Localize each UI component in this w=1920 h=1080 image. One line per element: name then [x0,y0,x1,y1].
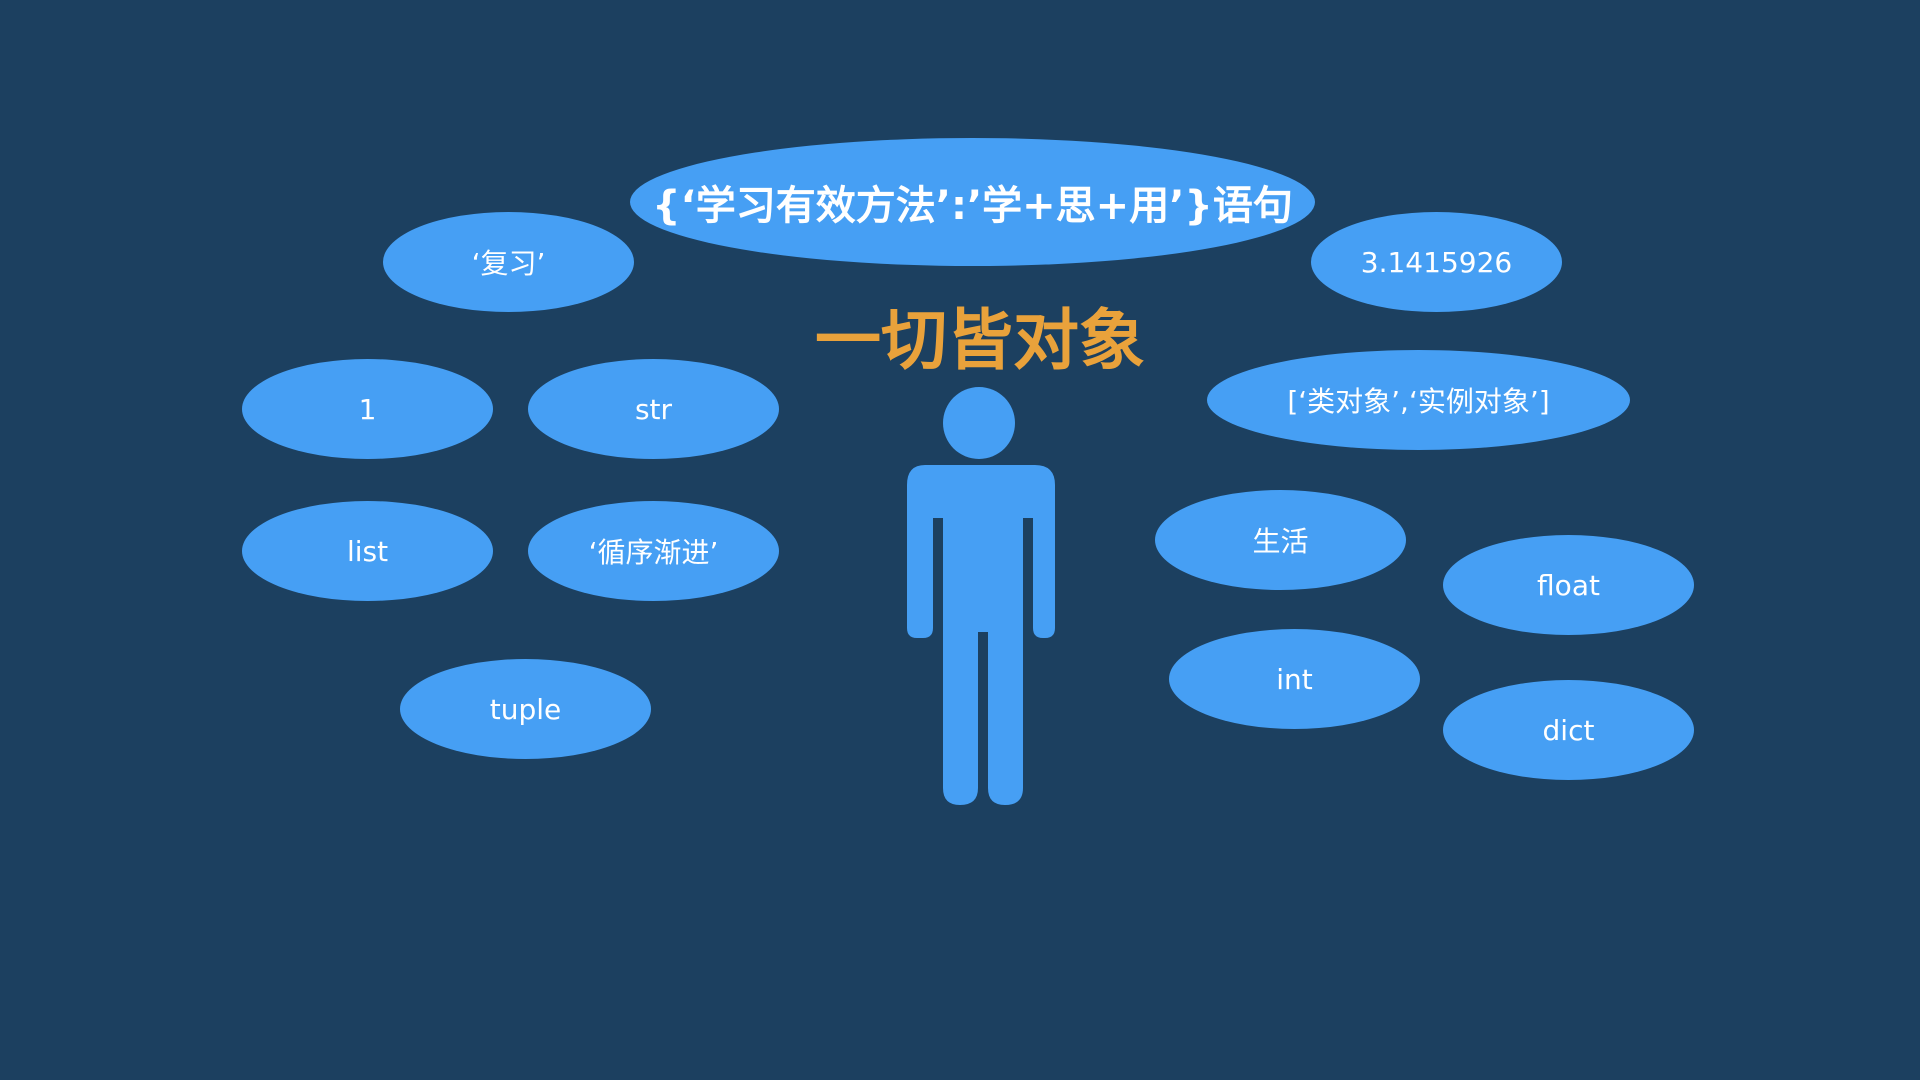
bubble-gradual: ‘循序渐进’ [528,501,779,601]
bubble-pi: 3.1415926 [1311,212,1562,312]
bubble-str-label: str [634,392,673,426]
bubble-statement: {‘学习有效方法’:’学+思+用’}语句 [630,138,1315,266]
bubble-review: ‘复习’ [383,212,634,312]
page-title: 一切皆对象 [815,302,1145,379]
bubble-float: float [1443,535,1694,635]
bubble-dict-label: dict [1542,713,1595,747]
bubble-one-label: 1 [358,392,377,426]
person-icon [907,387,1055,805]
bubble-str: str [528,359,779,459]
bubble-list-label: list [346,534,389,568]
bubble-class-list-label: [‘类对象’,‘实例对象’] [1287,385,1550,418]
bubble-pi-label: 3.1415926 [1360,245,1513,279]
bubble-tuple: tuple [400,659,651,759]
slide: {‘学习有效方法’:’学+思+用’}语句 ‘复习’ 3.1415926 一切皆对… [0,0,1920,1080]
bubble-class-list: [‘类对象’,‘实例对象’] [1207,350,1630,450]
bubble-statement-label: {‘学习有效方法’:’学+思+用’}语句 [652,183,1293,229]
bubble-list: list [242,501,493,601]
bubble-dict: dict [1443,680,1694,780]
bubble-int-label: int [1276,662,1313,696]
bubble-review-label: ‘复习’ [471,247,546,280]
bubble-one: 1 [242,359,493,459]
bubble-life: 生活 [1155,490,1406,590]
bubble-life-label: 生活 [1252,525,1309,558]
bubble-tuple-label: tuple [489,692,562,726]
bubble-gradual-label: ‘循序渐进’ [588,536,719,569]
bubble-int: int [1169,629,1420,729]
bubble-float-label: float [1537,568,1600,602]
